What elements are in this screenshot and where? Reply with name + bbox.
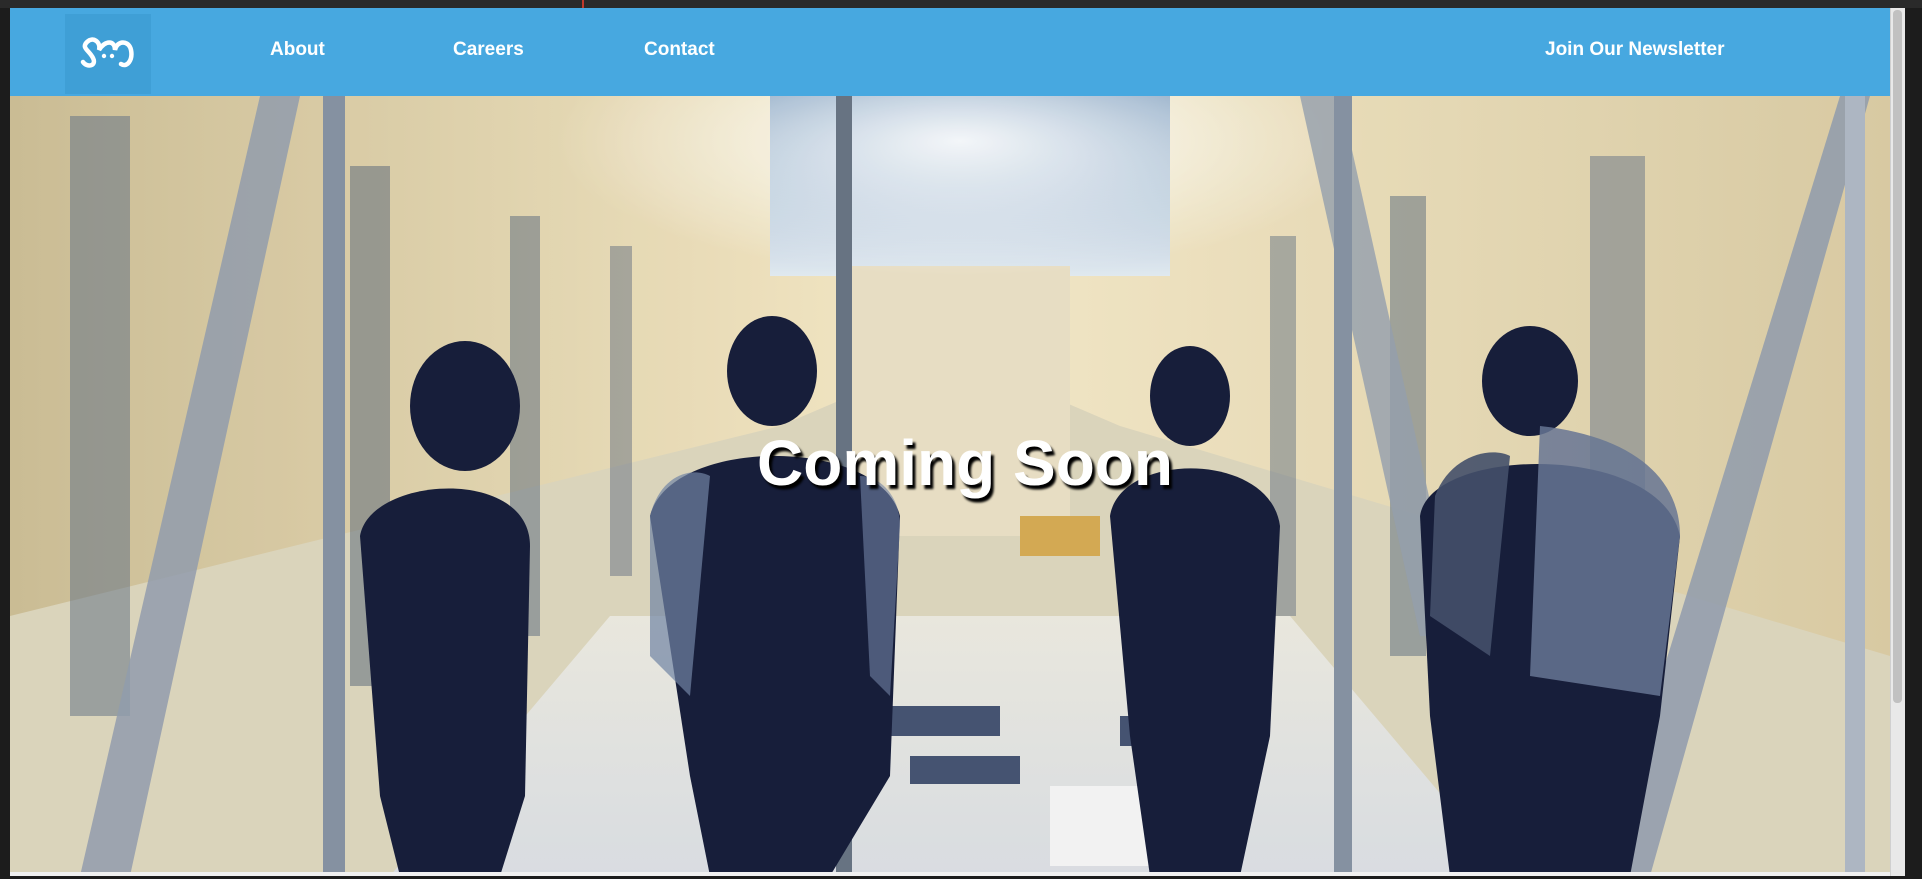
nav-careers-link[interactable]: Careers (453, 39, 524, 61)
nav-contact-link[interactable]: Contact (644, 39, 715, 61)
logo-link[interactable] (65, 14, 151, 94)
logo-icon (80, 37, 134, 68)
browser-top-strip (0, 0, 1922, 8)
newsletter-link[interactable]: Join Our Newsletter (1545, 39, 1725, 61)
hero-title: Coming Soon (757, 427, 1173, 499)
hero-section: Coming Soon (10, 96, 1890, 876)
tab-indicator (582, 0, 584, 8)
top-navbar: About Careers Contact Join Our Newslette… (10, 8, 1905, 96)
vertical-scrollbar[interactable] (1890, 8, 1905, 876)
bottom-edge (10, 872, 1890, 876)
nav-about-link[interactable]: About (270, 39, 325, 61)
scrollbar-thumb[interactable] (1893, 10, 1902, 703)
page: About Careers Contact Join Our Newslette… (10, 8, 1905, 876)
